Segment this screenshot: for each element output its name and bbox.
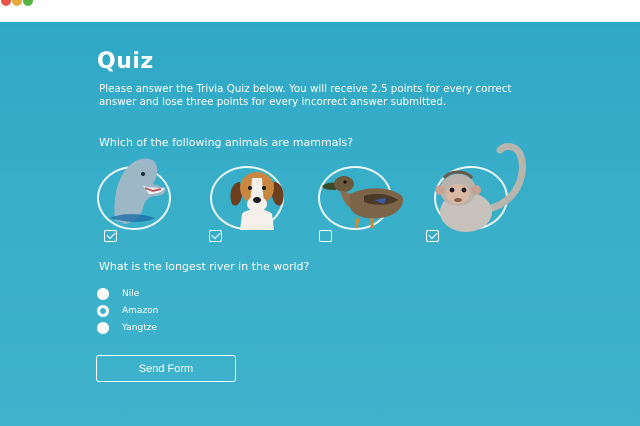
monkey-icon [435, 143, 526, 232]
radio-label: Nile [122, 289, 140, 299]
radio-label: Amazon [122, 306, 159, 316]
check-icon [428, 229, 438, 240]
window-titlebar [0, 0, 640, 22]
radio-button-selected[interactable] [97, 305, 109, 317]
quiz-instructions: Please answer the Trivia Quiz below. You… [99, 83, 512, 108]
dolphin-option-image[interactable] [97, 158, 171, 230]
radio-option-nile[interactable]: Nile [97, 288, 139, 300]
minimize-window-icon[interactable] [12, 0, 22, 6]
dolphin-icon [109, 158, 166, 224]
dolphin-checkbox[interactable] [104, 229, 117, 242]
duck-option-image[interactable] [318, 166, 404, 230]
quiz-page: Quiz Please answer the Trivia Quiz below… [0, 22, 640, 426]
radio-option-amazon[interactable]: Amazon [97, 305, 158, 317]
question-longest-river: What is the longest river in the world? [99, 260, 310, 273]
radio-label: Yangtze [122, 323, 157, 333]
maximize-window-icon[interactable] [23, 0, 33, 6]
duck-checkbox[interactable] [319, 230, 332, 242]
close-window-icon[interactable] [1, 0, 11, 6]
send-form-button[interactable]: Send Form [96, 355, 236, 382]
page-title: Quiz [97, 49, 154, 74]
monkey-checkbox[interactable] [426, 229, 439, 242]
check-icon [211, 229, 221, 240]
beagle-dog-checkbox[interactable] [209, 229, 222, 242]
beagle-dog-option-image[interactable] [210, 166, 284, 230]
beagle-dog-icon [230, 172, 284, 230]
monkey-option-image[interactable] [434, 143, 526, 232]
duck-icon [322, 176, 404, 229]
radio-option-yangtze[interactable]: Yangtze [97, 322, 157, 334]
radio-button[interactable] [97, 322, 109, 334]
check-icon [106, 229, 116, 240]
radio-button[interactable] [97, 288, 109, 300]
